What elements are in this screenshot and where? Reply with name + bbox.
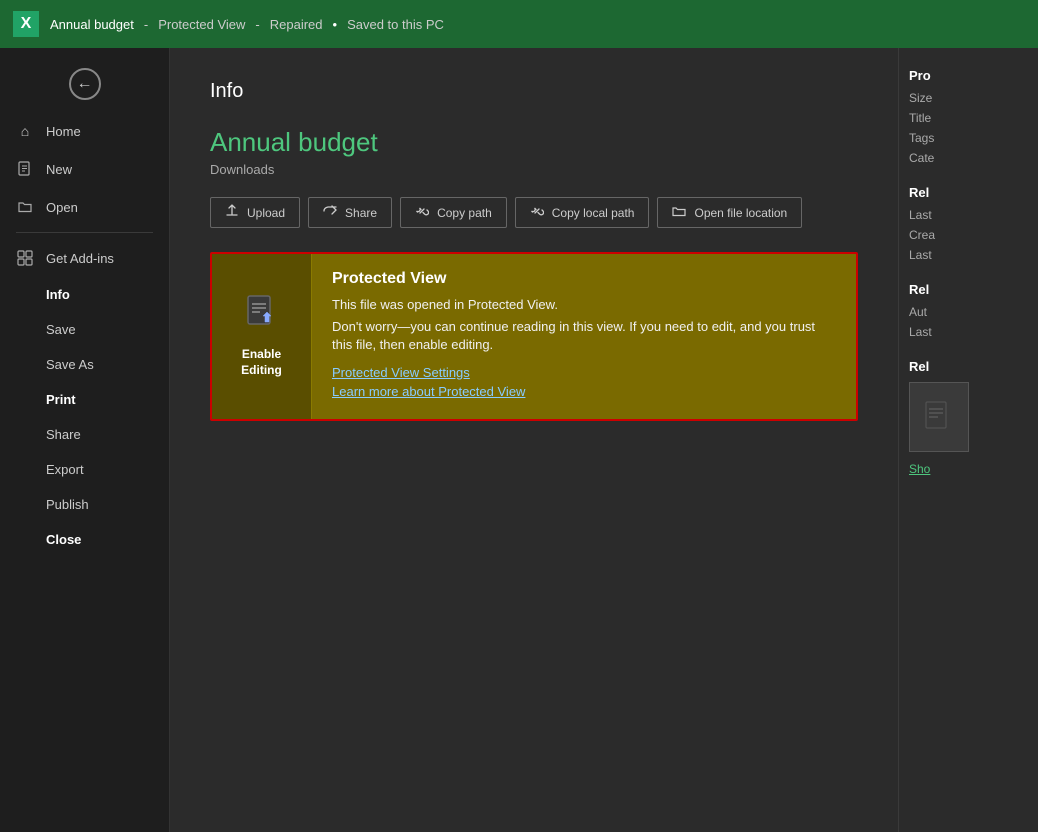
page-title: Info bbox=[210, 80, 858, 103]
upload-icon bbox=[225, 204, 239, 221]
copy-local-path-icon bbox=[530, 204, 544, 221]
enable-editing-icon bbox=[245, 294, 279, 339]
sidebar-divider-1 bbox=[16, 232, 153, 233]
open-file-location-label: Open file location bbox=[694, 206, 787, 220]
sidebar-item-publish[interactable]: Publish bbox=[0, 487, 169, 522]
new-icon bbox=[16, 160, 34, 178]
sidebar-item-home[interactable]: ⌂ Home bbox=[0, 112, 169, 150]
open-icon bbox=[16, 198, 34, 216]
related-doc-thumbnail bbox=[909, 382, 969, 452]
last-printed-prop: Last bbox=[909, 248, 1028, 262]
related-dates-title: Rel bbox=[909, 185, 1028, 200]
last-modified-prop: Last bbox=[909, 208, 1028, 222]
home-icon: ⌂ bbox=[16, 122, 34, 140]
main-layout: ← ⌂ Home New bbox=[0, 48, 1038, 832]
related-docs-section: Rel Sho bbox=[909, 359, 1028, 476]
title-separator2: - bbox=[255, 17, 259, 32]
tags-prop: Tags bbox=[909, 131, 1028, 145]
title-prop: Title bbox=[909, 111, 1028, 125]
related-people-section: Rel Aut Last bbox=[909, 282, 1028, 339]
sidebar-save-label: Save bbox=[46, 322, 76, 337]
sidebar-export-label: Export bbox=[46, 462, 84, 477]
sidebar-item-get-add-ins[interactable]: Get Add-ins bbox=[0, 239, 169, 277]
enable-editing-button[interactable]: EnableEditing bbox=[212, 254, 312, 419]
right-panel: Pro Size Title Tags Cate Rel Last Crea L… bbox=[898, 48, 1038, 832]
file-location: Downloads bbox=[210, 162, 858, 177]
sidebar-item-share[interactable]: Share bbox=[0, 417, 169, 452]
sidebar: ← ⌂ Home New bbox=[0, 48, 170, 832]
add-ins-icon bbox=[16, 249, 34, 267]
sidebar-share-label: Share bbox=[46, 427, 81, 442]
sidebar-item-new[interactable]: New bbox=[0, 150, 169, 188]
sidebar-open-label: Open bbox=[46, 200, 78, 215]
related-people-title: Rel bbox=[909, 282, 1028, 297]
title-separator1: - bbox=[144, 17, 148, 32]
sidebar-save-as-label: Save As bbox=[46, 357, 94, 372]
share-label: Share bbox=[345, 206, 377, 220]
copy-path-button[interactable]: Copy path bbox=[400, 197, 507, 228]
sidebar-add-ins-label: Get Add-ins bbox=[46, 251, 114, 266]
copy-local-path-label: Copy local path bbox=[552, 206, 635, 220]
upload-label: Upload bbox=[247, 206, 285, 220]
sidebar-publish-label: Publish bbox=[46, 497, 89, 512]
copy-path-icon bbox=[415, 204, 429, 221]
excel-app-icon: X bbox=[12, 10, 40, 38]
copy-path-label: Copy path bbox=[437, 206, 492, 220]
sidebar-home-label: Home bbox=[46, 124, 81, 139]
properties-title: Pro bbox=[909, 68, 1028, 83]
sidebar-item-close[interactable]: Close bbox=[0, 522, 169, 557]
title-bar: X Annual budget - Protected View - Repai… bbox=[0, 0, 1038, 48]
sidebar-item-save[interactable]: Save bbox=[0, 312, 169, 347]
protected-view-banner: EnableEditing Protected View This file w… bbox=[210, 252, 858, 421]
share-icon bbox=[323, 204, 337, 221]
share-button[interactable]: Share bbox=[308, 197, 392, 228]
upload-button[interactable]: Upload bbox=[210, 197, 300, 228]
open-file-location-icon bbox=[672, 204, 686, 221]
categories-prop: Cate bbox=[909, 151, 1028, 165]
open-file-location-button[interactable]: Open file location bbox=[657, 197, 802, 228]
sidebar-close-label: Close bbox=[46, 532, 81, 547]
sidebar-item-print[interactable]: Print bbox=[0, 382, 169, 417]
banner-desc1: This file was opened in Protected View. bbox=[332, 296, 836, 314]
created-prop: Crea bbox=[909, 228, 1028, 242]
sidebar-print-label: Print bbox=[46, 392, 76, 407]
sidebar-item-save-as[interactable]: Save As bbox=[0, 347, 169, 382]
properties-section: Pro Size Title Tags Cate bbox=[909, 68, 1028, 165]
back-arrow-icon: ← bbox=[69, 68, 101, 100]
file-title: Annual budget bbox=[210, 127, 858, 158]
author-prop: Aut bbox=[909, 305, 1028, 319]
last-modified-by-prop: Last bbox=[909, 325, 1028, 339]
enable-editing-label: EnableEditing bbox=[241, 347, 282, 378]
protected-view-settings-link[interactable]: Protected View Settings bbox=[332, 365, 836, 380]
sidebar-new-label: New bbox=[46, 162, 72, 177]
content-area: Info Annual budget Downloads Upload S bbox=[170, 48, 898, 832]
sidebar-item-open[interactable]: Open bbox=[0, 188, 169, 226]
title-saved: Saved to this PC bbox=[347, 17, 444, 32]
related-docs-title: Rel bbox=[909, 359, 1028, 374]
copy-local-path-button[interactable]: Copy local path bbox=[515, 197, 650, 228]
title-repaired: Repaired bbox=[270, 17, 323, 32]
banner-content: Protected View This file was opened in P… bbox=[312, 254, 856, 419]
related-dates-section: Rel Last Crea Last bbox=[909, 185, 1028, 262]
sidebar-item-info[interactable]: Info bbox=[0, 277, 169, 312]
learn-more-link[interactable]: Learn more about Protected View bbox=[332, 384, 836, 399]
banner-desc2: Don't worry—you can continue reading in … bbox=[332, 318, 836, 354]
action-buttons-row: Upload Share Copy path bbox=[210, 197, 858, 228]
sidebar-info-label: Info bbox=[46, 287, 70, 302]
size-prop: Size bbox=[909, 91, 1028, 105]
title-bullet: • bbox=[333, 17, 338, 32]
banner-title: Protected View bbox=[332, 270, 836, 288]
sidebar-item-export[interactable]: Export bbox=[0, 452, 169, 487]
title-app-name: Annual budget bbox=[50, 17, 134, 32]
title-protected-view: Protected View bbox=[158, 17, 245, 32]
back-button[interactable]: ← bbox=[0, 56, 169, 112]
show-all-link[interactable]: Sho bbox=[909, 462, 930, 476]
